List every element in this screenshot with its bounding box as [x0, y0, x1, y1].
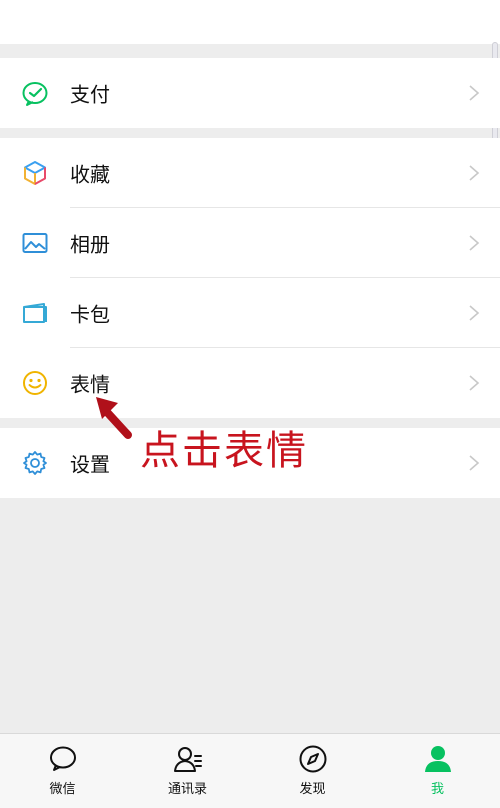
me-screen: 支付 收藏 相册 卡包 表情 设置 点击表情 微信 通讯录 发现 我 [0, 0, 500, 808]
chevron-right-icon [469, 165, 480, 181]
contacts-icon [173, 747, 202, 772]
menu-item-label: 收藏 [70, 162, 110, 187]
tab-label: 我 [430, 782, 444, 797]
menu-item-pay[interactable]: 支付 [0, 58, 500, 128]
section-pay: 支付 [0, 58, 500, 128]
tab-discover[interactable]: 发现 [250, 734, 375, 808]
pay-icon [21, 79, 49, 107]
chevron-right-icon [469, 455, 480, 471]
chevron-right-icon [469, 85, 480, 101]
tab-me[interactable]: 我 [375, 734, 500, 808]
chevron-right-icon [469, 375, 480, 391]
chat-bubble-icon [49, 746, 76, 771]
compass-icon [299, 745, 326, 773]
emoji-icon [21, 369, 49, 397]
menu-item-label: 设置 [70, 452, 110, 477]
menu-item-label: 相册 [70, 232, 110, 257]
profile-section-bottom [0, 0, 500, 44]
menu-item-favorites[interactable]: 收藏 [0, 138, 500, 208]
bottom-tab-bar: 微信 通讯录 发现 我 [0, 733, 500, 808]
annotation-arrow-icon [96, 397, 132, 439]
tab-chats[interactable]: 微信 [0, 734, 125, 808]
cards-wallet-icon [21, 299, 49, 327]
gear-icon [21, 449, 49, 477]
chevron-right-icon [469, 305, 480, 321]
tab-label: 通讯录 [167, 782, 207, 797]
menu-item-stickers[interactable]: 表情 [0, 348, 500, 418]
menu-item-album[interactable]: 相册 [0, 208, 500, 278]
menu-item-label: 卡包 [70, 302, 110, 327]
chevron-right-icon [469, 235, 480, 251]
album-icon [21, 229, 49, 257]
person-icon [424, 746, 451, 772]
tab-label: 发现 [299, 782, 326, 797]
tab-label: 微信 [49, 782, 76, 797]
menu-item-label: 支付 [70, 82, 110, 107]
menu-item-cards[interactable]: 卡包 [0, 278, 500, 348]
favorites-cube-icon [21, 159, 49, 187]
tab-contacts[interactable]: 通讯录 [125, 734, 250, 808]
section-features: 收藏 相册 卡包 表情 [0, 138, 500, 418]
annotation-text: 点击表情 [140, 428, 308, 474]
